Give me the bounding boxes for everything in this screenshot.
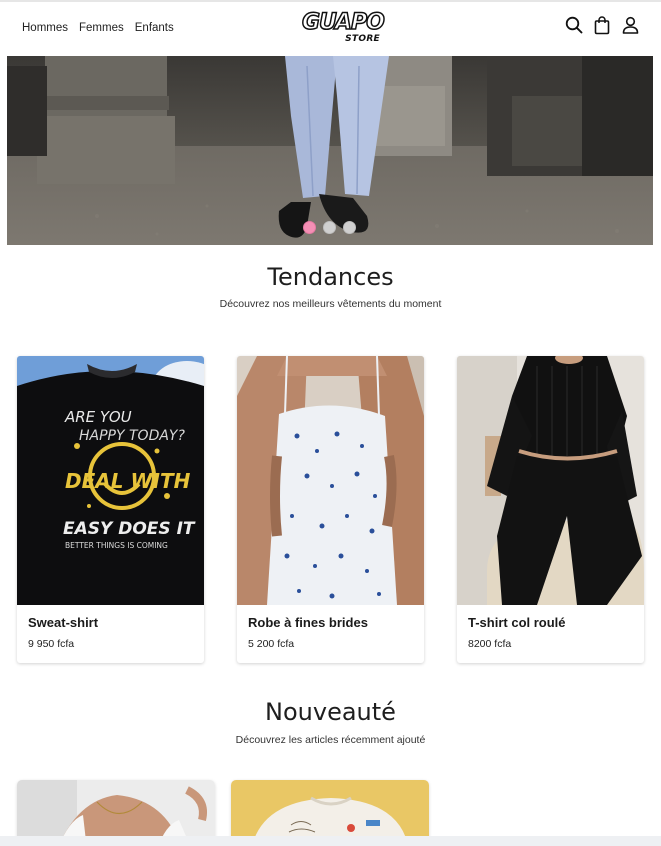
- hero-banner[interactable]: [7, 56, 653, 245]
- product-image: [457, 356, 644, 605]
- nav-link-enfants[interactable]: Enfants: [135, 22, 174, 34]
- brand-logo[interactable]: GUAPO STORE: [301, 9, 386, 50]
- bottom-scroll-area: [0, 836, 661, 846]
- sweatshirt-print-line-2: HAPPY TODAY?: [79, 428, 185, 444]
- sweatshirt-print-line-4: EASY DOES IT: [63, 519, 196, 539]
- section-subtitle-news: Découvrez les articles récemment ajouté: [235, 734, 426, 746]
- product-image: ARE YOU HAPPY TODAY? DEAL WITH EASY DOES…: [17, 356, 204, 605]
- section-title-news: Nouveauté: [265, 698, 396, 726]
- product-price: 9 950 fcfa: [28, 638, 75, 650]
- header-actions: [565, 14, 639, 36]
- product-card-robe[interactable]: Robe à fines brides 5 200 fcfa: [237, 356, 424, 663]
- user-icon[interactable]: [621, 14, 639, 36]
- section-title-trends: Tendances: [267, 263, 394, 291]
- search-icon[interactable]: [565, 14, 583, 36]
- nav-link-femmes[interactable]: Femmes: [79, 22, 124, 34]
- carousel-dots: [303, 221, 356, 234]
- hero-image: [7, 56, 653, 245]
- logo-wordmark: GUAPO: [301, 9, 385, 36]
- sweatshirt-print-line-3: DEAL WITH: [65, 469, 191, 493]
- product-card-t-shirt-col-roule[interactable]: T-shirt col roulé 8200 fcfa: [457, 356, 644, 663]
- product-name: Robe à fines brides: [248, 615, 368, 630]
- carousel-dot-1[interactable]: [303, 221, 316, 234]
- product-name: T-shirt col roulé: [468, 615, 566, 630]
- product-card-sweat-shirt[interactable]: ARE YOU HAPPY TODAY? DEAL WITH EASY DOES…: [17, 356, 204, 663]
- carousel-dot-2[interactable]: [323, 221, 336, 234]
- logo-subtitle: STORE: [345, 34, 380, 44]
- section-subtitle-trends: Découvrez nos meilleurs vêtements du mom…: [219, 298, 442, 310]
- product-price: 5 200 fcfa: [248, 638, 295, 650]
- main-nav: Hommes Femmes Enfants: [22, 22, 174, 34]
- product-name: Sweat-shirt: [28, 615, 99, 630]
- site-header: Hommes Femmes Enfants GUAPO STORE: [0, 2, 661, 56]
- product-image: [237, 356, 424, 605]
- sweatshirt-print-line-5: BETTER THINGS IS COMING: [65, 541, 168, 550]
- carousel-dot-3[interactable]: [343, 221, 356, 234]
- sweatshirt-print-line-1: ARE YOU: [64, 408, 132, 426]
- nav-link-hommes[interactable]: Hommes: [22, 22, 68, 34]
- product-price: 8200 fcfa: [468, 638, 512, 650]
- bag-icon[interactable]: [593, 14, 611, 36]
